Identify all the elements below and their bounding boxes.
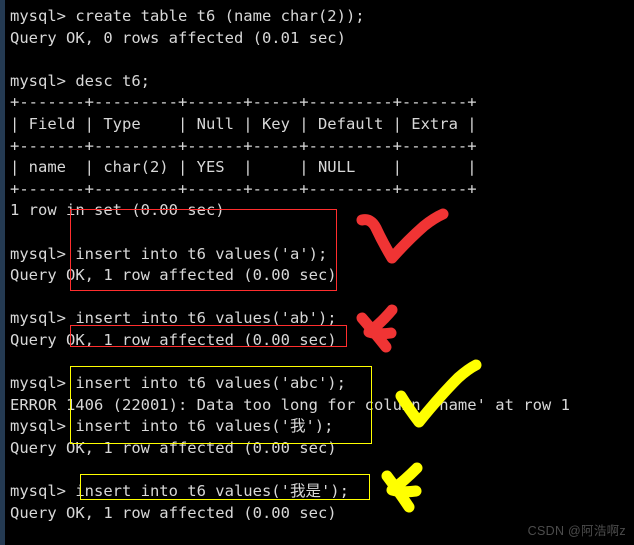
csdn-watermark: CSDN @阿浩啊z [527,524,626,538]
terminal-screenshot: mysql> create table t6 (name char(2)); Q… [0,0,634,545]
mysql-terminal-output[interactable]: mysql> create table t6 (name char(2)); Q… [0,0,634,545]
table-border-mid: +-------+---------+------+-----+--------… [10,136,477,155]
table-border-bottom: +-------+---------+------+-----+--------… [10,179,477,198]
terminal-line: mysql> insert into t6 values('我是'); [10,482,349,501]
terminal-line: mysql> insert into t6 values('a'); [10,244,328,263]
terminal-line: Query OK, 1 row affected (0.00 sec) [10,438,337,457]
terminal-line: Query OK, 0 rows affected (0.01 sec) [10,28,346,47]
table-border-top: +-------+---------+------+-----+--------… [10,93,477,112]
terminal-line: mysql> insert into t6 values('abc'); [10,374,346,393]
terminal-line: Query OK, 1 row affected (0.00 sec) [10,266,337,285]
terminal-line: mysql> insert into t6 values('我'); [10,417,334,436]
table-footer: 1 row in set (0.00 sec) [10,201,225,220]
table-header-row: | Field | Type | Null | Key | Default | … [10,114,477,133]
terminal-line: mysql> create table t6 (name char(2)); [10,7,365,25]
terminal-line: Query OK, 1 row affected (0.00 sec) [10,330,337,349]
table-row: | name | char(2) | YES | | NULL | | [10,158,477,177]
terminal-line: mysql> insert into t6 values('ab'); [10,309,337,328]
error-line: ERROR 1406 (22001): Data too long for co… [10,395,570,414]
terminal-line: mysql> desc t6; [10,71,150,90]
